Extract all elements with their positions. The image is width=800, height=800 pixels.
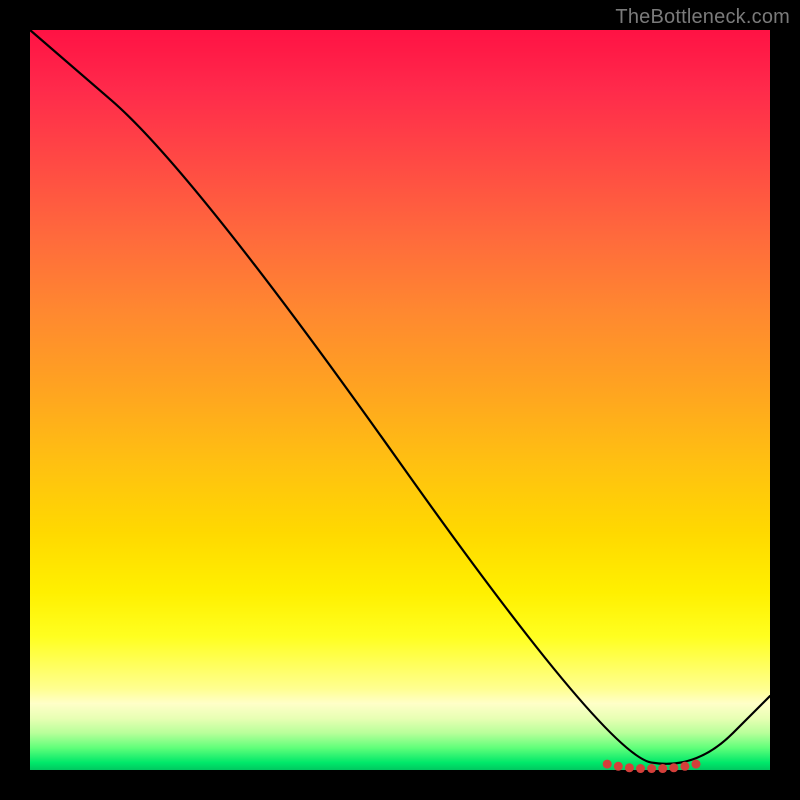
marker-dot — [603, 760, 612, 769]
marker-dot — [669, 763, 678, 772]
chart-stage: TheBottleneck.com — [0, 0, 800, 800]
chart-svg — [30, 30, 770, 770]
watermark-text: TheBottleneck.com — [615, 6, 790, 29]
marker-dot — [680, 762, 689, 771]
marker-dot — [692, 760, 701, 769]
marker-dot — [614, 762, 623, 771]
line-series — [30, 30, 770, 764]
marker-dot — [636, 764, 645, 773]
marker-dot — [647, 764, 656, 773]
marker-dot — [658, 764, 667, 773]
marker-dot — [625, 763, 634, 772]
